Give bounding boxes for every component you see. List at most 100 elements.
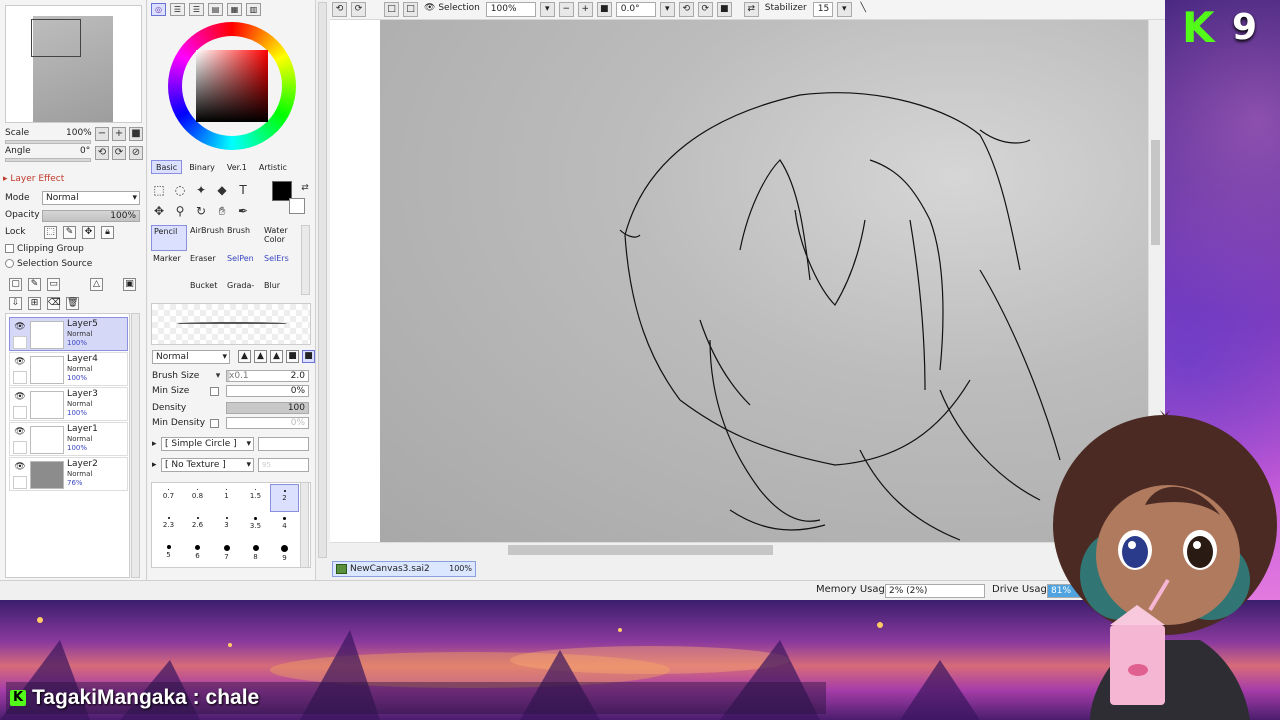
visibility-eye-icon[interactable]: 👁︎: [13, 321, 27, 333]
layer-item[interactable]: 👁︎ Layer3 Normal 100%: [9, 387, 128, 421]
navigator[interactable]: [5, 5, 142, 123]
brush-blur[interactable]: Blur: [262, 280, 292, 294]
vertical-scroll-thumb[interactable]: [1151, 140, 1160, 245]
selection-source-option[interactable]: Selection Source: [5, 257, 92, 271]
eyedropper-icon[interactable]: ✒: [235, 203, 251, 219]
rotation-select[interactable]: 0.0°: [615, 2, 656, 17]
layer-lock-box[interactable]: [13, 336, 27, 349]
min-density-pressure-checkbox[interactable]: [210, 419, 219, 428]
undo-icon[interactable]: ⟲: [332, 2, 347, 17]
brush-size-field[interactable]: x0.1 2.0: [226, 370, 309, 382]
brush-watercolor[interactable]: Water Color: [262, 225, 292, 251]
brush-selers[interactable]: SelErs: [262, 253, 292, 279]
brush-selpen[interactable]: SelPen: [225, 253, 261, 279]
texture-expand-icon[interactable]: ▸: [152, 458, 157, 472]
size-preset[interactable]: 1.5: [241, 484, 270, 512]
min-density-field[interactable]: 0%: [226, 417, 309, 429]
tab-basic[interactable]: Basic: [151, 160, 183, 174]
hand-tool-icon[interactable]: ✋︎: [214, 203, 230, 219]
clear-layer-icon[interactable]: ⌫: [47, 297, 61, 310]
shape-expand-icon[interactable]: ▸: [152, 437, 157, 451]
rotate-left-button[interactable]: ⟲: [95, 146, 109, 160]
hsv-sliders-icon[interactable]: ☰: [189, 3, 204, 16]
visibility-eye-icon[interactable]: 👁︎: [13, 426, 27, 438]
lock-move-icon[interactable]: ✥: [82, 226, 95, 239]
blend-mode-select[interactable]: Normal ▾: [152, 350, 230, 364]
brush-grid-scrollbar[interactable]: [301, 225, 310, 295]
user-color-icon[interactable]: ▥: [246, 3, 261, 16]
zoom-in-button[interactable]: +: [112, 127, 126, 141]
size-preset[interactable]: 2: [270, 484, 299, 512]
rotate-reset-button[interactable]: ⊘: [129, 146, 143, 160]
panel-splitter[interactable]: [318, 2, 327, 558]
zoom-reset-button[interactable]: ■: [129, 127, 143, 141]
clipping-group-checkbox[interactable]: [5, 244, 14, 253]
min-size-field[interactable]: 0%: [226, 385, 309, 397]
zoom-reset-icon[interactable]: ■: [596, 2, 612, 17]
layer-settings-icon[interactable]: ▣: [123, 278, 136, 291]
show-selection-button[interactable]: 👁︎ Selection: [422, 2, 482, 17]
caret-down-icon[interactable]: ▾: [210, 368, 226, 384]
stabilizer-select[interactable]: 15: [812, 2, 833, 17]
brush-bucket[interactable]: Bucket: [188, 280, 224, 294]
brush-brush[interactable]: Brush: [225, 225, 261, 251]
rotation-menu-icon[interactable]: ▾: [659, 2, 675, 17]
new-layer-icon[interactable]: ▢: [9, 278, 22, 291]
layer-item[interactable]: 👁︎ Layer1 Normal 100%: [9, 422, 128, 456]
shape-soft-icon[interactable]: ▲: [238, 350, 251, 363]
layer-lock-box[interactable]: [13, 406, 27, 419]
transfer-down-icon[interactable]: ⇩: [9, 297, 22, 310]
size-preset[interactable]: 9: [270, 540, 299, 568]
zoom-menu-icon[interactable]: ▾: [539, 2, 555, 17]
size-preset[interactable]: 2.6: [183, 512, 212, 540]
layer-lock-box[interactable]: [13, 476, 27, 489]
brush-pencil[interactable]: Pencil: [151, 225, 187, 251]
tab-ver1[interactable]: Ver.1: [222, 160, 252, 174]
rotate-tool-icon[interactable]: ↻: [193, 203, 209, 219]
tab-artistic[interactable]: Artistic: [254, 160, 292, 174]
size-preset[interactable]: 1: [212, 484, 241, 512]
size-preset[interactable]: 8: [241, 540, 270, 568]
navigator-viewport[interactable]: [31, 19, 81, 57]
layer-item[interactable]: 👁︎ Layer5 Normal 100%: [9, 317, 128, 351]
zoom-out-button[interactable]: −: [95, 127, 109, 141]
invert-selection-icon[interactable]: □: [403, 2, 418, 17]
rotate-ccw-icon[interactable]: ⟲: [678, 2, 694, 17]
scratchpad-icon[interactable]: ▦: [227, 3, 242, 16]
rotate-right-button[interactable]: ⟳: [112, 146, 126, 160]
layer-lock-box[interactable]: [13, 441, 27, 454]
rgb-sliders-icon[interactable]: ☰: [170, 3, 185, 16]
selection-source-radio[interactable]: [5, 259, 14, 268]
zoom-out-icon[interactable]: −: [558, 2, 574, 17]
new-linework-layer-icon[interactable]: ✎: [28, 278, 41, 291]
layer-effect-header[interactable]: ▸ Layer Effect: [3, 172, 143, 186]
delete-layer-icon[interactable]: 🗑︎: [66, 297, 79, 310]
redo-icon[interactable]: ⟳: [351, 2, 366, 17]
layer-item[interactable]: 👁︎ Layer2 Normal 76%: [9, 457, 128, 491]
straight-line-icon[interactable]: ╲: [856, 2, 871, 17]
move-icon[interactable]: ✥: [151, 203, 167, 219]
bucket-icon[interactable]: ◆: [214, 182, 230, 198]
text-tool-icon[interactable]: T: [235, 182, 251, 198]
saturation-value-square[interactable]: [196, 50, 268, 122]
size-preset[interactable]: 7: [212, 540, 241, 568]
brush-shape-select[interactable]: [ Simple Circle ] ▾: [161, 437, 254, 451]
density-field[interactable]: 100: [226, 402, 309, 414]
swatches-icon[interactable]: ▤: [208, 3, 223, 16]
layer-lock-box[interactable]: [13, 371, 27, 384]
visibility-eye-icon[interactable]: 👁︎: [13, 461, 27, 473]
rotate-cw-icon[interactable]: ⟳: [697, 2, 713, 17]
brush-airbrush[interactable]: AirBrush: [188, 225, 224, 251]
shape-square-icon[interactable]: ■: [286, 350, 299, 363]
background-color-swatch[interactable]: [289, 198, 305, 214]
zoom-tool-icon[interactable]: ⚲: [172, 203, 188, 219]
size-preset[interactable]: 3: [212, 512, 241, 540]
rect-select-icon[interactable]: ⬚: [151, 182, 167, 198]
brush-eraser[interactable]: Eraser: [188, 253, 224, 279]
brush-gradation[interactable]: Grada-: [225, 280, 261, 294]
flip-horizontal-icon[interactable]: ⇄: [743, 2, 759, 17]
color-wheel[interactable]: [168, 22, 296, 150]
tab-binary[interactable]: Binary: [184, 160, 220, 174]
lock-all-icon[interactable]: 🔒︎: [101, 226, 114, 239]
min-size-pressure-checkbox[interactable]: [210, 387, 219, 396]
